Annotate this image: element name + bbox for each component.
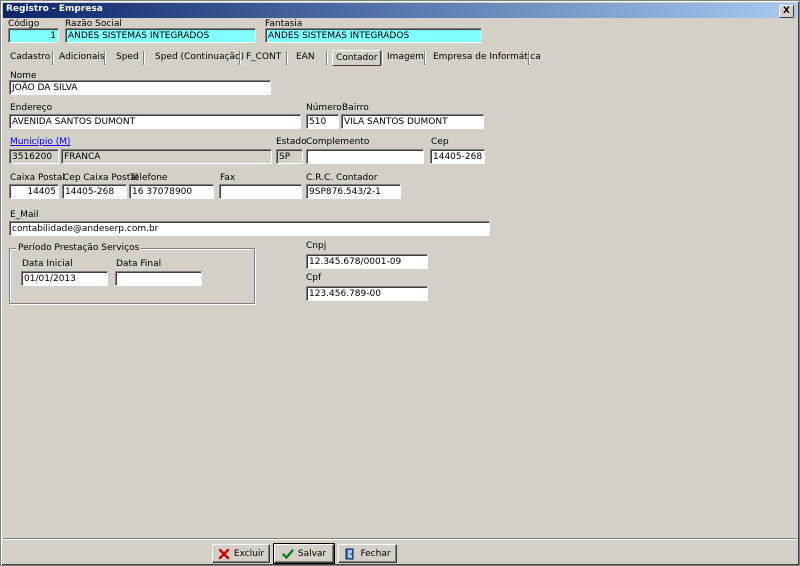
bairro-label: Bairro [342,103,369,113]
email-field[interactable]: contabilidade@andeserp.com.br [9,221,490,236]
cpf-label: Cpf [306,273,322,283]
email-label: E_Mail [10,210,39,220]
tab-separator [326,51,327,65]
codigo-field[interactable]: 1 [8,28,59,43]
endereco-label: Endereço [10,103,53,113]
tab-ean[interactable]: EAN [293,49,318,65]
tab-separator [143,51,144,65]
estado-field: SP [276,149,303,164]
data-inicial-field[interactable]: 01/01/2013 [21,271,108,286]
estado-label: Estado [276,137,307,147]
telefone-label: Telefone [130,173,168,183]
checkmark-icon [282,548,294,560]
tab-f-cont[interactable]: F_CONT [243,49,284,65]
cep-label: Cep [431,137,449,147]
registro-empresa-window: Registro - Empresa X Código 1 Razão Soci… [0,0,800,566]
title-bar[interactable]: Registro - Empresa X [3,3,797,18]
tab-sped[interactable]: Sped [113,49,142,65]
tab-cadastro[interactable]: Cadastro [7,49,53,65]
fax-label: Fax [220,173,236,183]
tab-separator [381,51,382,65]
endereco-field[interactable]: AVENIDA SANTOS DUMONT [9,114,301,129]
municipio-code-field: 3516200 [9,149,59,164]
excluir-button[interactable]: Excluir [212,544,270,563]
window-title: Registro - Empresa [6,4,103,14]
tab-separator [104,51,105,65]
complemento-field[interactable] [306,149,424,164]
razao-social-field[interactable]: ANDES SISTEMAS INTEGRADOS [65,28,256,43]
telefone-field[interactable]: 16 37078900 [129,184,214,199]
excluir-label: Excluir [233,548,265,559]
crc-contador-label: C.R.C. Contador [306,173,378,183]
cep-caixa-postal-label: Cep Caixa Postal [63,173,139,183]
salvar-label: Salvar [297,548,327,559]
fantasia-field[interactable]: ANDES SISTEMAS INTEGRADOS [265,28,482,43]
tab-empresa-informatica[interactable]: Empresa de Informática [430,49,544,65]
numero-field[interactable]: 510 [306,114,339,129]
bairro-field[interactable]: VILA SANTOS DUMONT [341,114,484,129]
tab-separator [424,51,425,65]
delete-x-icon [218,548,230,560]
tab-adicionais[interactable]: Adicionais [56,49,108,65]
fechar-label: Fechar [360,548,391,559]
close-button[interactable]: X [779,5,794,18]
cpf-field[interactable]: 123.456.789-00 [306,286,428,301]
data-final-label: Data Final [116,259,162,269]
data-inicial-label: Data Inicial [22,259,73,269]
tab-separator [528,51,529,65]
tab-separator [239,51,240,65]
tab-separator [286,51,287,65]
tab-contador[interactable]: Contador [332,50,382,66]
municipio-link[interactable]: Município (M) [10,137,71,147]
fax-field[interactable] [219,184,302,199]
fechar-button[interactable]: Fechar [338,544,397,563]
crc-contador-field[interactable]: 9SP876.543/2-1 [306,184,401,199]
tab-imagem[interactable]: Imagem [384,49,427,65]
tab-separator [52,51,53,65]
caixa-postal-label: Caixa Postal [10,173,65,183]
numero-label: Número [306,103,342,113]
bottom-divider [3,538,797,539]
nome-field[interactable]: JOÃO DA SILVA [9,80,271,95]
cnpj-field[interactable]: 12.345.678/0001-09 [306,254,428,269]
cnpj-label: Cnpj [306,241,327,251]
salvar-button[interactable]: Salvar [273,543,335,564]
complemento-label: Complemento [306,137,370,147]
door-exit-icon [344,548,356,560]
periodo-prestacao-title: Período Prestação Serviços [16,243,142,253]
caixa-postal-field[interactable]: 14405 [9,184,59,199]
tab-sped-continuacao[interactable]: Sped (Continuação) [152,49,247,65]
data-final-field[interactable] [115,271,202,286]
cep-caixa-postal-field[interactable]: 14405-268 [62,184,127,199]
municipio-name-field: FRANCA [61,149,272,164]
cep-field[interactable]: 14405-268 [430,149,485,164]
